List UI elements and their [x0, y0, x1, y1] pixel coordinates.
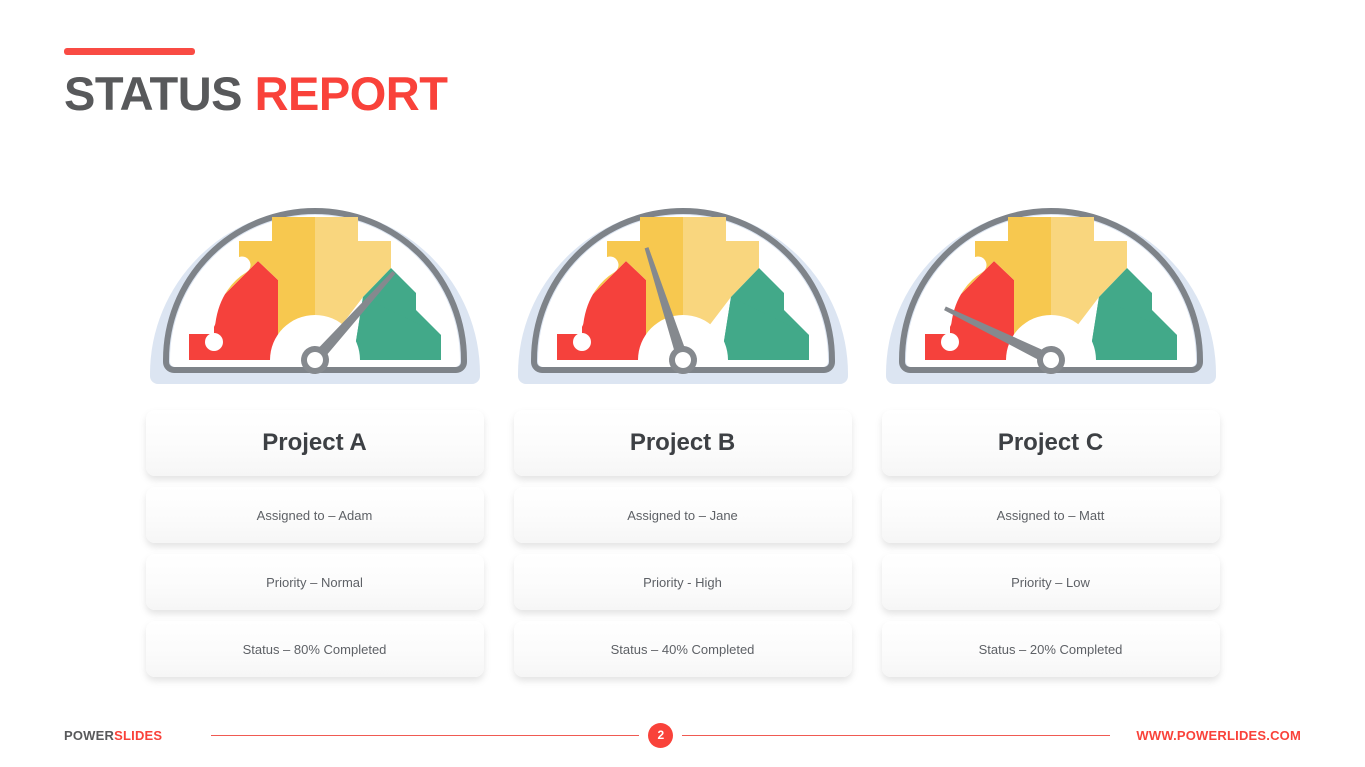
project-column-c: Project C Assigned to – Matt Priority – … — [881, 188, 1220, 677]
page-title: STATUS REPORT — [64, 55, 448, 120]
project-a-cards: Project A Assigned to – Adam Priority – … — [145, 410, 484, 677]
footer: POWERSLIDES 2 WWW.POWERLIDES.COM — [0, 703, 1365, 767]
gauge-project-b — [514, 188, 852, 384]
title-block: STATUS REPORT — [64, 48, 448, 120]
footer-divider-left — [211, 734, 640, 736]
project-a-status: Status – 80% Completed — [145, 621, 484, 677]
page-title-primary: STATUS — [64, 67, 255, 120]
project-b-cards: Project B Assigned to – Jane Priority - … — [513, 410, 852, 677]
footer-divider-right — [682, 734, 1111, 736]
project-c-status: Status – 20% Completed — [881, 621, 1220, 677]
project-b-title: Project B — [513, 410, 852, 476]
project-a-priority: Priority – Normal — [145, 554, 484, 610]
gauge-project-c — [882, 188, 1220, 384]
project-b-assigned: Assigned to – Jane — [513, 487, 852, 543]
project-a-title: Project A — [145, 410, 484, 476]
brand-logo-accent: SLIDES — [114, 727, 163, 743]
brand-logo-primary: POWER — [64, 727, 115, 743]
brand-logo: POWERSLIDES — [64, 728, 162, 743]
page-title-accent: REPORT — [254, 67, 448, 120]
page-number-badge: 2 — [648, 722, 674, 748]
project-c-title: Project C — [881, 410, 1220, 476]
project-b-priority: Priority - High — [513, 554, 852, 610]
project-b-status: Status – 40% Completed — [513, 621, 852, 677]
gauge-c-svg — [885, 208, 1216, 384]
gauge-a-svg — [149, 208, 480, 384]
project-column-a: Project A Assigned to – Adam Priority – … — [145, 188, 484, 677]
project-a-assigned: Assigned to – Adam — [145, 487, 484, 543]
project-c-assigned: Assigned to – Matt — [881, 487, 1220, 543]
project-c-cards: Project C Assigned to – Matt Priority – … — [881, 410, 1220, 677]
gauge-project-a — [146, 188, 484, 384]
gauge-b-svg — [517, 208, 848, 384]
project-c-priority: Priority – Low — [881, 554, 1220, 610]
footer-website-url[interactable]: WWW.POWERLIDES.COM — [1136, 728, 1301, 743]
project-column-b: Project B Assigned to – Jane Priority - … — [513, 188, 852, 677]
title-accent-bar — [64, 48, 195, 55]
project-columns: Project A Assigned to – Adam Priority – … — [0, 188, 1365, 677]
